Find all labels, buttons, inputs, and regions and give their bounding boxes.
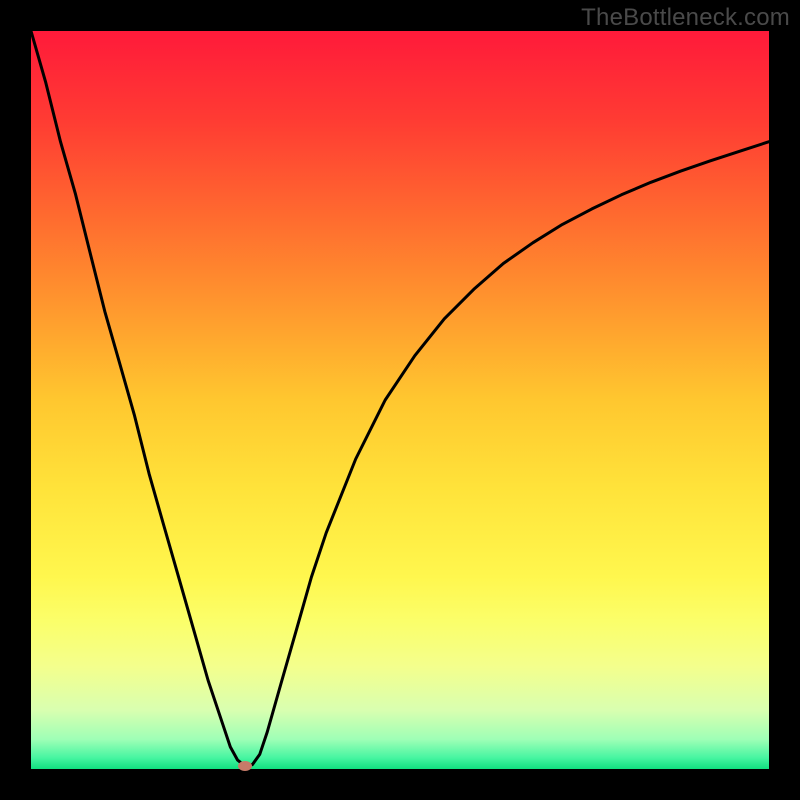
plot-background (31, 31, 769, 769)
bottleneck-chart (0, 0, 800, 800)
watermark-text: TheBottleneck.com (581, 4, 790, 32)
chart-frame: TheBottleneck.com (0, 0, 800, 800)
optimum-marker (238, 761, 252, 771)
